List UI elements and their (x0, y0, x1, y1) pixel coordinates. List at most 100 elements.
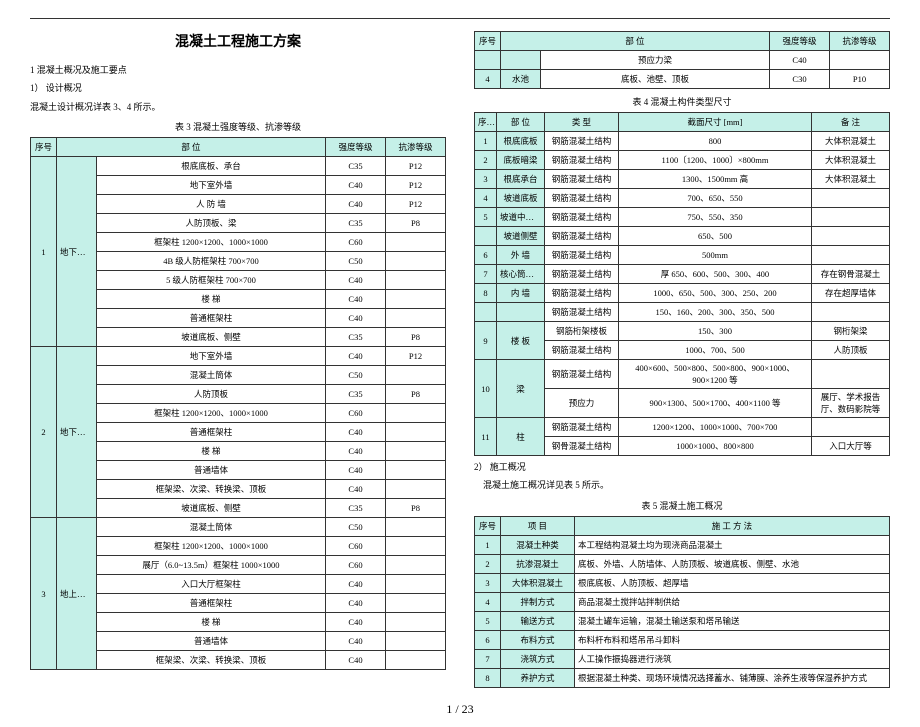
t4-cell: 内 墙 (497, 284, 545, 303)
t4-cell: 大体积混凝土 (812, 170, 890, 189)
t3-cell: C40 (326, 461, 386, 480)
t3b-cell (830, 51, 890, 70)
t3-g3-num: 3 (31, 518, 57, 670)
t3-cell: C60 (326, 404, 386, 423)
t4-cell: 钢筋混凝土结构 (545, 227, 619, 246)
t3-cell: C40 (326, 594, 386, 613)
t4-cell: 坡道侧壁 (497, 227, 545, 246)
t3b-cell: C30 (770, 70, 830, 89)
t3-g1-sect: 地下二层 (57, 157, 97, 347)
t3-cell (386, 556, 446, 575)
t5-cell: 浇筑方式 (501, 649, 575, 668)
table3-cont: 序号 部 位 强度等级 抗渗等级 预应力梁 C40 4 水池 底板、池壁、顶板 … (474, 31, 890, 89)
t3-cell: C60 (326, 537, 386, 556)
t4-cell: 钢筋混凝土结构 (545, 341, 619, 360)
t3-cell: 人防顶板 (97, 385, 326, 404)
t3b-cell: 水池 (501, 70, 541, 89)
t3-cell: 框架柱 1200×1200、1000×1000 (97, 537, 326, 556)
t3-cell: C35 (326, 385, 386, 404)
t4-cell: 1100〔1200、1000〕×800mm (619, 151, 812, 170)
t3-cell (386, 309, 446, 328)
t3-cell (386, 404, 446, 423)
t4-cell: 7 (475, 265, 497, 284)
t3b-h-imperm: 抗渗等级 (830, 32, 890, 51)
t4-cell: 750、550、350 (619, 208, 812, 227)
t3-cell: C40 (326, 290, 386, 309)
t3-cell (386, 461, 446, 480)
t3-cell: 框架柱 1200×1200、1000×1000 (97, 404, 326, 423)
t3-cell: 框架梁、次梁、转换梁、顶板 (97, 651, 326, 670)
t3-cell: 地下室外墙 (97, 176, 326, 195)
t3-cell: C35 (326, 157, 386, 176)
t3-cell: C40 (326, 480, 386, 499)
t5-cell: 拌制方式 (501, 592, 575, 611)
t4-cell: 大体积混凝土 (812, 132, 890, 151)
t3-cell (386, 366, 446, 385)
t4-h: 截面尺寸 [mm] (619, 113, 812, 132)
t4-cell: 1300、1500mm 高 (619, 170, 812, 189)
t3-cell: C40 (326, 347, 386, 366)
table3-caption: 表 3 混凝土强度等级、抗渗等级 (30, 120, 446, 133)
t5-cell: 4 (475, 592, 501, 611)
t4-cell: 1 (475, 132, 497, 151)
heading-1-1: 1） 设计概况 (30, 81, 446, 95)
t5-h: 序号 (475, 516, 501, 535)
table3: 序号 部 位 强度等级 抗渗等级 1 地下二层 根底底板、承台 C35 P12 … (30, 137, 446, 670)
t3-cell: C40 (326, 613, 386, 632)
t4-cell: 2 (475, 151, 497, 170)
t5-cell: 本工程结构混凝土均为现浇商品混凝土 (575, 535, 890, 554)
t4-cell: 1200×1200、1000×1000、700×700 (619, 418, 812, 437)
t4-cell: 钢筋混凝土结构 (545, 246, 619, 265)
t4-cell: 1000、700、500 (619, 341, 812, 360)
t5-cell: 5 (475, 611, 501, 630)
t4-cell: 钢筋混凝土结构 (545, 360, 619, 389)
t3b-h-strength: 强度等级 (770, 32, 830, 51)
t4-cell: 400×600、500×800、500×800、900×1000、900×120… (619, 360, 812, 389)
t3-cell: 普通框架柱 (97, 594, 326, 613)
t4-g11-num: 11 (475, 418, 497, 456)
t4-cell: 钢筋混凝土结构 (545, 265, 619, 284)
t3-g3-sect: 地上结构 (57, 518, 97, 670)
t3-cell: C40 (326, 423, 386, 442)
t3-cell: 框架梁、次梁、转换梁、顶板 (97, 480, 326, 499)
t5-cell: 2 (475, 554, 501, 573)
t3-cell (386, 442, 446, 461)
t3-cell: 人 防 墙 (97, 195, 326, 214)
t4-cell: 坡道中间板 (497, 208, 545, 227)
table4: 序号 部 位 类 型 截面尺寸 [mm] 备 注 1根底底板钢筋混凝土结构800… (474, 112, 890, 456)
t4-cell: 钢筋混凝土结构 (545, 208, 619, 227)
t3-cell: C50 (326, 252, 386, 271)
t4-cell: 8 (475, 284, 497, 303)
t3-cell (386, 594, 446, 613)
t3-cell: P12 (386, 176, 446, 195)
t4-cell: 钢筋混凝土结构 (545, 170, 619, 189)
t3-cell: 楼 梯 (97, 290, 326, 309)
table5: 序号 项 目 施 工 方 法 1混凝土种类本工程结构混凝土均为现浇商品混凝土 2… (474, 516, 890, 688)
t3b-cell (501, 51, 541, 70)
t3-cell: 楼 梯 (97, 442, 326, 461)
t3-cell: P8 (386, 214, 446, 233)
t3-cell: 混凝土筒体 (97, 366, 326, 385)
t3-cell: C40 (326, 195, 386, 214)
t3-cell: 混凝土筒体 (97, 518, 326, 537)
t3-cell: C40 (326, 442, 386, 461)
t3-cell (386, 575, 446, 594)
t3b-h-seq: 序号 (475, 32, 501, 51)
t4-cell: 700、650、550 (619, 189, 812, 208)
t4-cell: 存在钢骨混凝土 (812, 265, 890, 284)
t4-cell (475, 227, 497, 246)
t3-cell: 楼 梯 (97, 613, 326, 632)
intro-text: 混凝土设计概况详表 3、4 所示。 (30, 100, 446, 114)
table5-caption: 表 5 混凝土施工概况 (474, 499, 890, 512)
t4-cell: 150、160、200、300、350、500 (619, 303, 812, 322)
t4-cell: 钢筋桁架楼板 (545, 322, 619, 341)
t4-cell: 根底承台 (497, 170, 545, 189)
t4-cell: 钢筋混凝土结构 (545, 189, 619, 208)
t3-cell: C35 (326, 214, 386, 233)
t4-cell: 展厅、学术报告厅、数码影院等 (812, 389, 890, 418)
t5-cell: 3 (475, 573, 501, 592)
heading-2: 2） 施工概况 (474, 460, 890, 474)
t3-cell: 入口大厅框架柱 (97, 575, 326, 594)
t4-cell: 3 (475, 170, 497, 189)
t3-cell (386, 537, 446, 556)
